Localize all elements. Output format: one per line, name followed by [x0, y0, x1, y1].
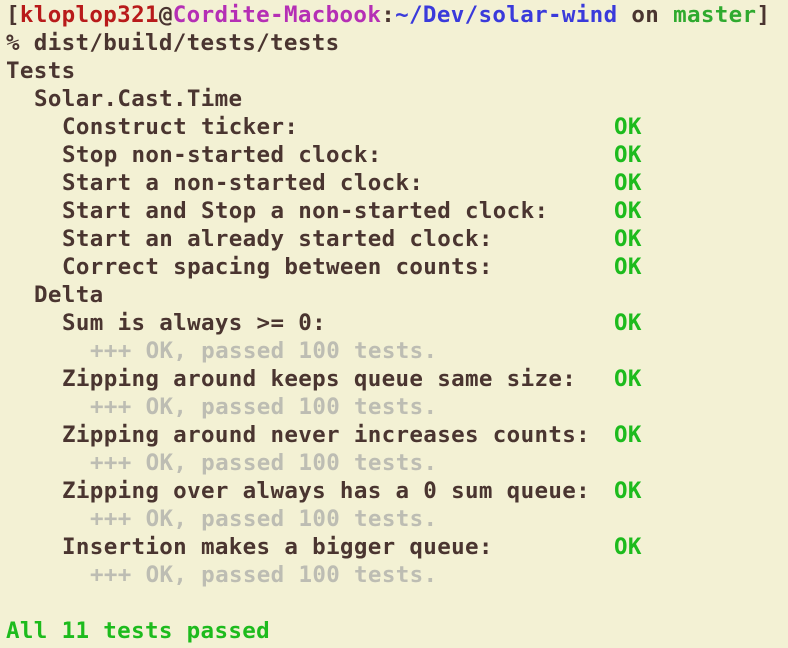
test-row: Start a non-started clock: OK	[6, 169, 788, 197]
prompt-at: @	[158, 2, 173, 28]
test-result: OK	[614, 534, 642, 560]
prompt-branch: master	[673, 2, 757, 28]
test-label: Start and Stop a non-started clock:	[62, 198, 549, 224]
test-label: Sum is always >= 0:	[62, 310, 327, 336]
root-group-title: Tests	[6, 58, 76, 84]
terminal-window[interactable]: [kloplop321@Cordite-Macbook:~/Dev/solar-…	[0, 0, 788, 648]
test-row: Zipping around keeps queue same size: OK	[6, 365, 788, 393]
prompt-colon: :	[381, 2, 396, 28]
test-result: OK	[614, 114, 642, 140]
group-title: Delta	[34, 282, 104, 308]
test-label: Start a non-started clock:	[62, 170, 424, 196]
test-label: Construct ticker:	[62, 114, 299, 140]
test-row: Zipping around never increases counts: OK	[6, 421, 788, 449]
test-result: OK	[614, 198, 642, 224]
test-label: Stop non-started clock:	[62, 142, 382, 168]
test-detail: +++ OK, passed 100 tests.	[90, 450, 438, 476]
test-result: OK	[614, 226, 642, 252]
test-label: Zipping over always has a 0 sum queue:	[62, 478, 591, 504]
test-result: OK	[614, 366, 642, 392]
test-row: Start an already started clock: OK	[6, 225, 788, 253]
prompt-host: Cordite-Macbook	[172, 2, 382, 28]
test-label: Insertion makes a bigger queue:	[62, 534, 493, 560]
test-result: OK	[614, 422, 642, 448]
test-label: Zipping around never increases counts:	[62, 422, 591, 448]
test-result: OK	[614, 478, 642, 504]
test-result: OK	[614, 254, 642, 280]
test-row: Zipping over always has a 0 sum queue: OK	[6, 477, 788, 505]
test-detail: +++ OK, passed 100 tests.	[90, 338, 438, 364]
prompt-on: on	[617, 2, 674, 28]
test-row: Start and Stop a non-started clock: OK	[6, 197, 788, 225]
test-label: Start an already started clock:	[62, 226, 493, 252]
test-label: Correct spacing between counts:	[62, 254, 493, 280]
summary-line: All 11 tests passed	[6, 618, 271, 644]
prompt-path: ~/Dev/solar-wind	[395, 2, 618, 28]
test-result: OK	[614, 142, 642, 168]
test-row: Stop non-started clock: OK	[6, 141, 788, 169]
group-title: Solar.Cast.Time	[34, 86, 243, 112]
test-detail: +++ OK, passed 100 tests.	[90, 506, 438, 532]
command-line: % dist/build/tests/tests	[6, 30, 340, 56]
test-label: Zipping around keeps queue same size:	[62, 366, 577, 392]
prompt-open-bracket: [	[6, 2, 20, 28]
shell-prompt: [kloplop321@Cordite-Macbook:~/Dev/solar-…	[6, 1, 788, 29]
test-result: OK	[614, 170, 642, 196]
test-detail: +++ OK, passed 100 tests.	[90, 394, 438, 420]
test-row: Construct ticker: OK	[6, 113, 788, 141]
prompt-user: kloplop321	[19, 2, 159, 28]
test-result: OK	[614, 310, 642, 336]
test-row: Insertion makes a bigger queue: OK	[6, 533, 788, 561]
test-detail: +++ OK, passed 100 tests.	[90, 562, 438, 588]
test-row: Sum is always >= 0: OK	[6, 309, 788, 337]
test-row: Correct spacing between counts: OK	[6, 253, 788, 281]
prompt-close-bracket: ]	[756, 2, 771, 28]
